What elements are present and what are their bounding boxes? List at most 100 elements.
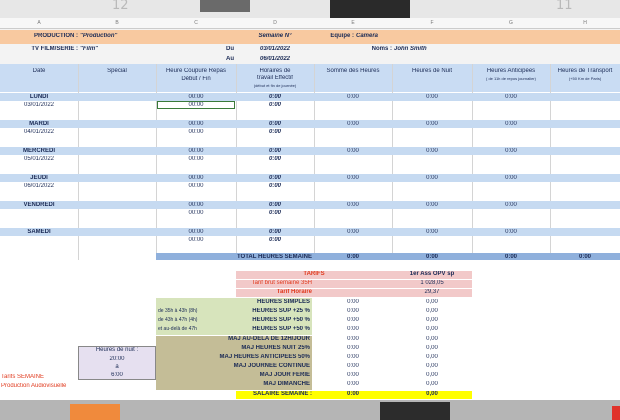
header-transport: Heures de Transport <box>557 68 613 74</box>
anticipees-value: 0:00 <box>505 175 517 181</box>
coupure-start[interactable]: 00:00 <box>156 148 236 154</box>
tarif-brut-value[interactable]: 1 028,05 <box>392 280 472 288</box>
tarif-row-hours: 0:00 <box>347 317 359 323</box>
tarif-row-hours: 0:00 <box>347 354 359 360</box>
au-label: Au <box>226 56 234 62</box>
horaire-end[interactable]: 0:00 <box>236 210 314 216</box>
anticipees-value: 0:00 <box>505 202 517 208</box>
production-value[interactable]: "Production" <box>80 33 180 39</box>
coupure-end[interactable]: 00:00 <box>156 237 236 243</box>
tarif-row-value: 0,00 <box>426 345 438 351</box>
coupure-end[interactable]: 00:00 <box>156 156 236 162</box>
day-name: LUNDI <box>29 94 49 100</box>
tarif-row-label: MAJ HEURES NUIT 25% <box>241 345 310 351</box>
day-name: MERCREDI <box>22 148 55 154</box>
horaire-start[interactable]: 0:00 <box>236 229 314 235</box>
header-date: Date <box>32 68 46 74</box>
tarif-brut-label: Tarif brut semaine 35H <box>236 280 314 288</box>
tarif-row-hours: 0:00 <box>347 345 359 351</box>
column-header-c[interactable]: C <box>156 20 236 26</box>
day-name: SAMEDI <box>27 229 51 235</box>
production-label: PRODUCTION : <box>34 33 78 39</box>
somme-value: 0:00 <box>347 229 359 235</box>
header-nuit: Heures de Nuit <box>411 68 453 74</box>
horaire-end[interactable]: 0:00 <box>236 156 314 162</box>
tv-value[interactable]: "Film" <box>80 46 140 52</box>
header-horaires-sub: (début et fin de journée) <box>253 83 297 88</box>
top-number-left: 12 <box>112 0 129 13</box>
coupure-start[interactable]: 00:00 <box>156 94 236 100</box>
nuit-separator: à <box>115 364 119 370</box>
tarif-row-label: HEURES SUP +50 % <box>252 317 310 323</box>
tarif-row-label: HEURES SUP +50 % <box>252 326 310 332</box>
orange-shape <box>70 404 120 420</box>
bottom-bar <box>0 400 620 420</box>
horaire-start[interactable]: 0:00 <box>236 94 314 100</box>
nuit-start[interactable]: 20:00 <box>78 356 156 362</box>
noms-value[interactable]: John Smith <box>394 46 474 52</box>
anticipees-value: 0:00 <box>505 229 517 235</box>
day-name: VENDREDI <box>23 202 55 208</box>
horaire-start[interactable]: 0:00 <box>236 175 314 181</box>
horaire-start[interactable]: 0:00 <box>236 121 314 127</box>
tarif-row-note: de 43h à 47h (4h) <box>158 317 198 323</box>
coupure-start[interactable]: 00:00 <box>156 202 236 208</box>
header-anticipees-sub: ( de 11h de repos journalier) <box>486 76 536 81</box>
column-header-b[interactable]: B <box>78 20 156 26</box>
nuit-value: 0:00 <box>426 121 438 127</box>
coupure-start[interactable]: 00:00 <box>156 229 236 235</box>
salaire-value: 0,00 <box>392 391 472 399</box>
column-header-f[interactable]: F <box>392 20 472 26</box>
coupure-start[interactable]: 00:00 <box>156 121 236 127</box>
tarif-row-note: et au-delà de 47h <box>158 326 197 332</box>
horaire-end[interactable]: 0:00 <box>236 102 314 108</box>
tarif-row-hours: 0:00 <box>347 372 359 378</box>
coupure-end[interactable]: 00:00 <box>157 101 235 109</box>
horaire-start[interactable]: 0:00 <box>236 148 314 154</box>
tarif-row-label: HEURES SIMPLES <box>256 299 310 305</box>
day-date: 04/01/2022 <box>23 129 55 135</box>
coupure-end[interactable]: 00:00 <box>156 129 236 135</box>
tarif-row-value: 0,00 <box>426 381 438 387</box>
coupure-start[interactable]: 00:00 <box>156 175 236 181</box>
column-header-a[interactable]: A <box>0 20 78 26</box>
day-date: 06/01/2022 <box>23 183 55 189</box>
tarif-row-value: 0,00 <box>426 317 438 323</box>
tarifs-title: TARIFS <box>236 271 392 279</box>
header-horaires-2: travail Effectif <box>257 75 293 81</box>
column-header-h[interactable]: H <box>550 20 620 26</box>
nuit-end[interactable]: 6:00 <box>78 372 156 378</box>
tv-label: TV FILM/SERIE : <box>31 46 78 52</box>
au-value[interactable]: 06/01/2022 <box>236 56 314 62</box>
tarif-row-hours: 0:00 <box>347 308 359 314</box>
tarif-row-value: 0,00 <box>426 363 438 369</box>
tarif-row-label: MAJ HEURES ANTICIPEES 50% <box>219 354 310 360</box>
nuit-value: 0:00 <box>426 175 438 181</box>
day-date: 03/01/2022 <box>23 102 55 108</box>
column-header-d[interactable]: D <box>236 20 314 26</box>
horaire-end[interactable]: 0:00 <box>236 129 314 135</box>
coupure-end[interactable]: 00:00 <box>156 210 236 216</box>
tarif-row-hours: 0:00 <box>347 336 359 342</box>
tarif-row-label: MAJ DIMANCHE <box>263 381 310 387</box>
tarif-row-value: 0,00 <box>426 372 438 378</box>
tarif-row-value: 0,00 <box>426 336 438 342</box>
tarif-row-hours: 0:00 <box>347 299 359 305</box>
du-value[interactable]: 03/01/2022 <box>236 46 314 52</box>
equipe-value[interactable]: Caméra <box>356 33 436 39</box>
header-anticipees: Heures Anticipées <box>486 68 536 74</box>
horaire-end[interactable]: 0:00 <box>236 183 314 189</box>
column-header-g[interactable]: G <box>472 20 550 26</box>
header-transport-sub: (+50 Km de Paris) <box>568 76 602 81</box>
tarif-row-hours: 0:00 <box>347 326 359 332</box>
horaire-start[interactable]: 0:00 <box>236 202 314 208</box>
tarif-row-value: 0,00 <box>426 326 438 332</box>
horaire-end[interactable]: 0:00 <box>236 237 314 243</box>
semaine-label: Semaine N° <box>258 33 292 39</box>
tarif-row-value: 0,00 <box>426 308 438 314</box>
tarif-row-hours: 0:00 <box>347 363 359 369</box>
coupure-end[interactable]: 00:00 <box>156 183 236 189</box>
tarif-row-value: 0,00 <box>426 299 438 305</box>
column-header-e[interactable]: E <box>314 20 392 26</box>
dark-bottom-shape <box>380 402 450 420</box>
